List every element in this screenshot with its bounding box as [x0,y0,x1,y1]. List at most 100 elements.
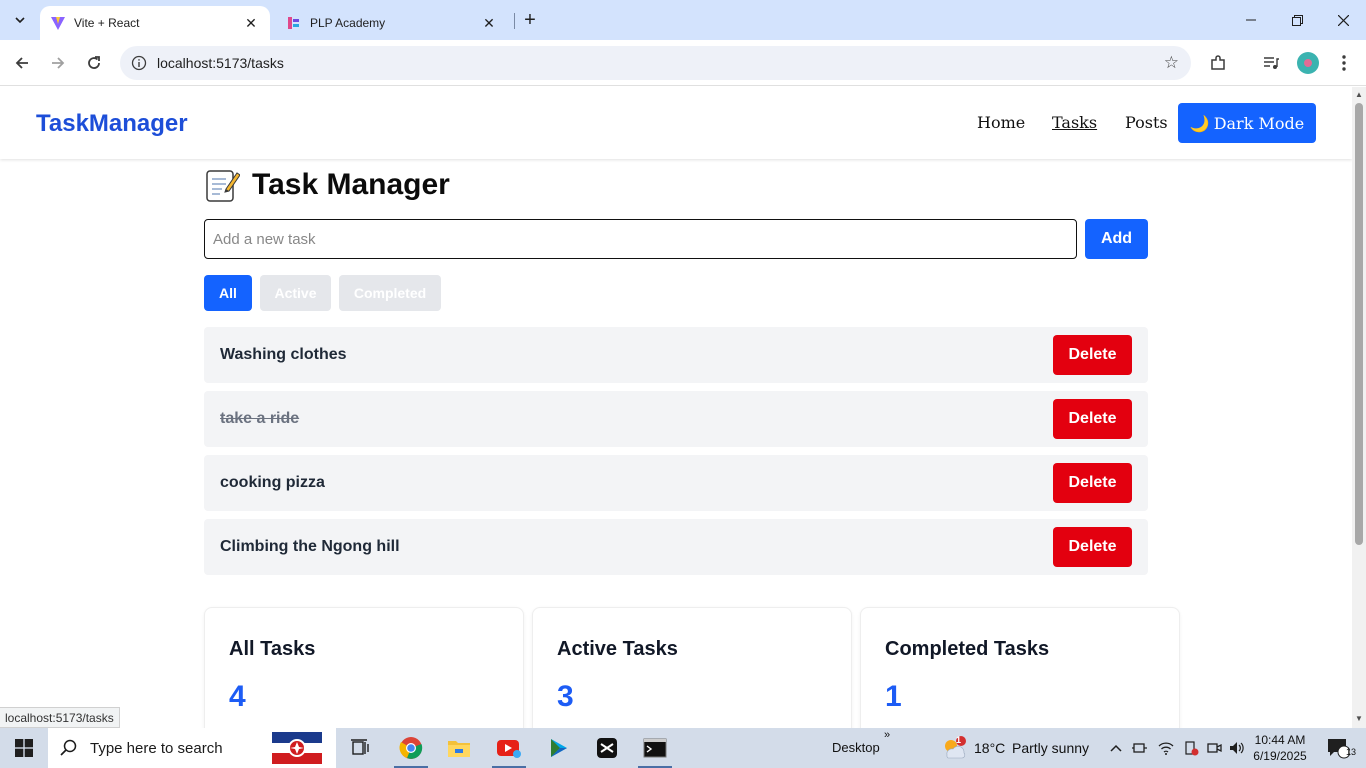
chevron-right-icon[interactable]: » [884,729,890,741]
back-button[interactable] [8,49,36,77]
scroll-thumb[interactable] [1355,103,1363,545]
bookmark-star-icon[interactable]: ☆ [1164,53,1179,73]
taskbar-file-explorer[interactable] [436,728,482,768]
battery-alert-icon[interactable] [1180,728,1202,768]
start-button[interactable] [0,728,48,768]
close-icon [1337,14,1349,26]
restore-button[interactable] [1274,0,1320,40]
taskbar-play-app[interactable] [536,728,582,768]
folder-icon [448,741,470,757]
nav-tasks-link[interactable]: Tasks [1052,113,1097,132]
clock-time: 10:44 AM [1254,733,1306,747]
task-item[interactable]: Climbing the Ngong hill Delete [204,519,1148,575]
kebab-menu-icon [1342,55,1346,71]
media-control-button[interactable] [1257,49,1285,77]
vite-icon [50,15,66,31]
filter-all-button[interactable]: All [204,275,252,311]
profile-avatar[interactable] [1297,52,1319,74]
windows-taskbar: Type here to search Desktop » 1 18°C Par… [0,728,1366,768]
task-text[interactable]: Washing clothes [220,346,347,364]
url-text: localhost:5173/tasks [157,55,284,71]
windows-logo-icon [15,739,33,757]
chrome-icon [399,737,423,759]
wifi-icon[interactable] [1155,728,1177,768]
delete-task-button[interactable]: Delete [1053,527,1132,567]
new-tab-button[interactable]: + [518,8,542,32]
task-text[interactable]: cooking pizza [220,474,325,492]
search-placeholder: Type here to search [90,739,223,757]
capcut-icon [597,738,617,758]
network-adapter-icon[interactable] [1130,728,1150,768]
task-item[interactable]: cooking pizza Delete [204,455,1148,511]
task-text[interactable]: Climbing the Ngong hill [220,538,400,556]
chrome-menu-button[interactable] [1330,49,1358,77]
new-task-input[interactable] [204,219,1077,259]
browser-toolbar: localhost:5173/tasks ☆ [0,40,1366,86]
forward-arrow-icon [52,57,65,69]
filter-active-button[interactable]: Active [260,275,331,311]
terminal-icon [643,738,667,758]
tab-title: PLP Academy [310,16,386,30]
add-task-button[interactable]: Add [1085,219,1148,259]
extensions-button[interactable] [1204,49,1232,77]
delete-task-button[interactable]: Delete [1053,399,1132,439]
close-window-button[interactable] [1320,0,1366,40]
show-hidden-icons-button[interactable] [1106,728,1126,768]
stat-value: 3 [557,680,574,713]
tab-plp-academy[interactable]: PLP Academy ✕ [276,6,508,40]
memo-icon [206,170,240,202]
site-info-icon[interactable] [122,55,156,71]
task-view-button[interactable] [340,728,380,768]
system-clock[interactable]: 10:44 AM 6/19/2025 [1250,732,1310,764]
reload-button[interactable] [80,49,108,77]
taskbar-terminal-app[interactable] [632,728,678,768]
task-item[interactable]: take a ride Delete [204,391,1148,447]
close-tab-icon[interactable]: ✕ [242,14,260,32]
close-tab-icon[interactable]: ✕ [480,14,498,32]
page-title-text: Task Manager [252,168,450,201]
delete-task-button[interactable]: Delete [1053,463,1132,503]
stat-card-all: All Tasks 4 [204,607,524,728]
scroll-up-icon[interactable]: ▲ [1355,91,1363,99]
notification-center-button[interactable]: 13 [1318,728,1358,768]
youtube-icon [497,740,521,758]
weather-temperature[interactable]: 18°C [974,740,1005,756]
notification-count: 13 [1346,747,1357,757]
weather-condition[interactable]: Partly sunny [1012,740,1089,756]
filter-completed-button[interactable]: Completed [339,275,441,311]
desktop-toolbar-label[interactable]: Desktop [832,740,880,755]
tab-title: Vite + React [74,16,140,30]
stat-title: Completed Tasks [885,638,1050,660]
page-scrollbar[interactable]: ▲ ▼ [1352,87,1366,728]
task-text[interactable]: take a ride [220,410,299,428]
search-icon [60,739,77,756]
weather-widget-icon[interactable]: 1 [940,728,968,768]
puzzle-icon [1211,55,1225,70]
nav-home-link[interactable]: Home [977,113,1025,132]
taskbar-youtube-app[interactable] [486,728,532,768]
forward-button[interactable] [44,49,72,77]
taskbar-capcut-app[interactable] [584,728,630,768]
delete-task-button[interactable]: Delete [1053,335,1132,375]
taskbar-chrome[interactable] [388,728,434,768]
dark-mode-label: Dark Mode [1213,113,1305,133]
avatar-icon [1304,59,1312,67]
taskbar-search-box[interactable]: Type here to search [48,728,336,768]
page-title: Task Manager [204,167,450,203]
weather-alert-badge: 1 [956,735,962,745]
tab-search-button[interactable] [6,7,34,33]
nav-posts-link[interactable]: Posts [1125,113,1168,132]
link-status-bubble: localhost:5173/tasks [0,707,120,728]
brand-logo[interactable]: TaskManager [36,110,188,138]
minimize-icon [1246,19,1256,21]
tab-vite-react[interactable]: Vite + React ✕ [40,6,270,40]
scroll-down-icon[interactable]: ▼ [1355,715,1363,723]
tab-separator [514,13,515,29]
address-bar[interactable]: localhost:5173/tasks ☆ [120,46,1191,80]
volume-icon[interactable] [1226,728,1248,768]
dark-mode-button[interactable]: 🌙 Dark Mode [1178,103,1316,143]
task-item[interactable]: Washing clothes Delete [204,327,1148,383]
minimize-button[interactable] [1228,0,1274,40]
web-page: TaskManager Home Tasks Posts 🌙 Dark Mode… [0,87,1352,728]
meet-now-icon[interactable] [1203,728,1225,768]
